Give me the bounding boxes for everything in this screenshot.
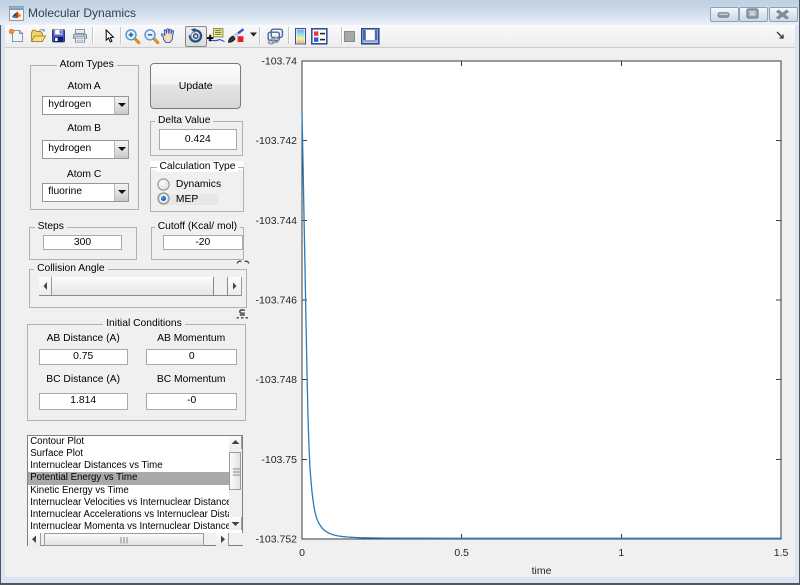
svg-text:time: time [532, 565, 552, 577]
svg-text:-103.75: -103.75 [261, 454, 297, 466]
svg-text:-103.742: -103.742 [256, 135, 298, 147]
svg-text:-103.744: -103.744 [256, 215, 298, 227]
svg-text:0: 0 [299, 547, 305, 559]
svg-text:-103.74: -103.74 [261, 56, 297, 68]
svg-text:0.5: 0.5 [454, 547, 469, 559]
svg-text:-103.752: -103.752 [256, 534, 298, 546]
svg-text:1: 1 [618, 547, 624, 559]
svg-text:1.5: 1.5 [774, 547, 789, 559]
svg-text:-103.746: -103.746 [256, 295, 298, 307]
svg-text:-103.748: -103.748 [256, 374, 298, 386]
